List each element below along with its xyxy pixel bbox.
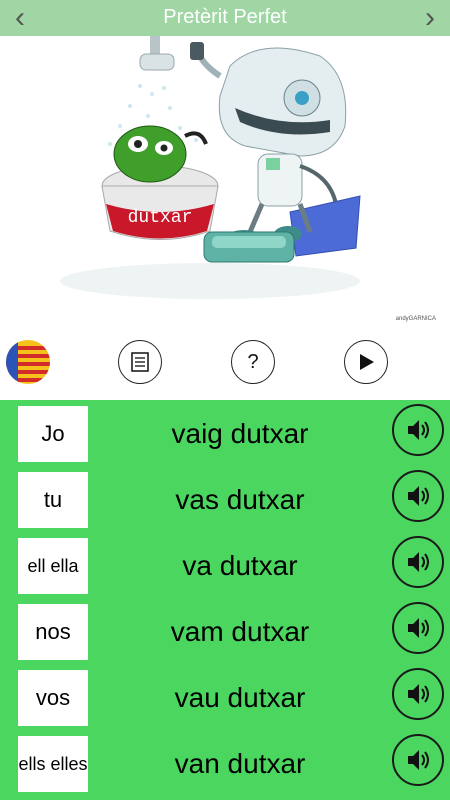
pronoun-label[interactable]: nos [18, 604, 88, 660]
play-icon[interactable] [344, 340, 388, 384]
verb-form: van dutxar [174, 748, 306, 779]
verb-form: vam dutxar [170, 616, 310, 647]
conjugation-panel: Jo vaig dutxar tu vas dutxar ell ella va… [0, 400, 450, 800]
conjugation-row: nos vam dutxar [0, 602, 450, 660]
illustration: dutxar andyGARNICA [0, 36, 450, 330]
valencian-flag-icon[interactable] [6, 340, 50, 384]
question-icon[interactable]: ? [231, 340, 275, 384]
back-chevron-icon[interactable]: ‹ [2, 0, 38, 36]
pronoun-label[interactable]: vos [18, 670, 88, 726]
conjugation-row: Jo vaig dutxar [0, 404, 450, 462]
pronoun-label[interactable]: ells elles [18, 736, 88, 792]
verb-form: va dutxar [182, 550, 298, 581]
toolbar: ? [0, 335, 450, 395]
pronoun-label[interactable]: ell ella [18, 538, 88, 594]
verb-form: vaig dutxar [171, 418, 309, 449]
robot-shower-illustration: dutxar andyGARNICA [60, 36, 436, 322]
top-bar: ‹ Pretèrit Perfet › [0, 0, 450, 36]
document-icon[interactable] [118, 340, 162, 384]
forward-chevron-icon[interactable]: › [412, 0, 448, 36]
speaker-icon[interactable] [392, 536, 444, 588]
verb-form: vas dutxar [175, 484, 305, 515]
conjugation-row: ells elles van dutxar [0, 734, 450, 792]
tub-caption: dutxar [128, 208, 193, 228]
conjugation-row: tu vas dutxar [0, 470, 450, 528]
conjugation-row: vos vau dutxar [0, 668, 450, 726]
pronoun-label[interactable]: Jo [18, 406, 88, 462]
speaker-icon[interactable] [392, 470, 444, 522]
speaker-icon[interactable] [392, 734, 444, 786]
speaker-icon[interactable] [392, 404, 444, 456]
speaker-icon[interactable] [392, 668, 444, 720]
svg-text:?: ? [247, 351, 258, 373]
illustration-credit: andyGARNICA [396, 316, 436, 322]
page-title: Pretèrit Perfet [163, 6, 287, 28]
conjugation-row: ell ella va dutxar [0, 536, 450, 594]
speaker-icon[interactable] [392, 602, 444, 654]
verb-form: vau dutxar [174, 682, 306, 713]
pronoun-label[interactable]: tu [18, 472, 88, 528]
